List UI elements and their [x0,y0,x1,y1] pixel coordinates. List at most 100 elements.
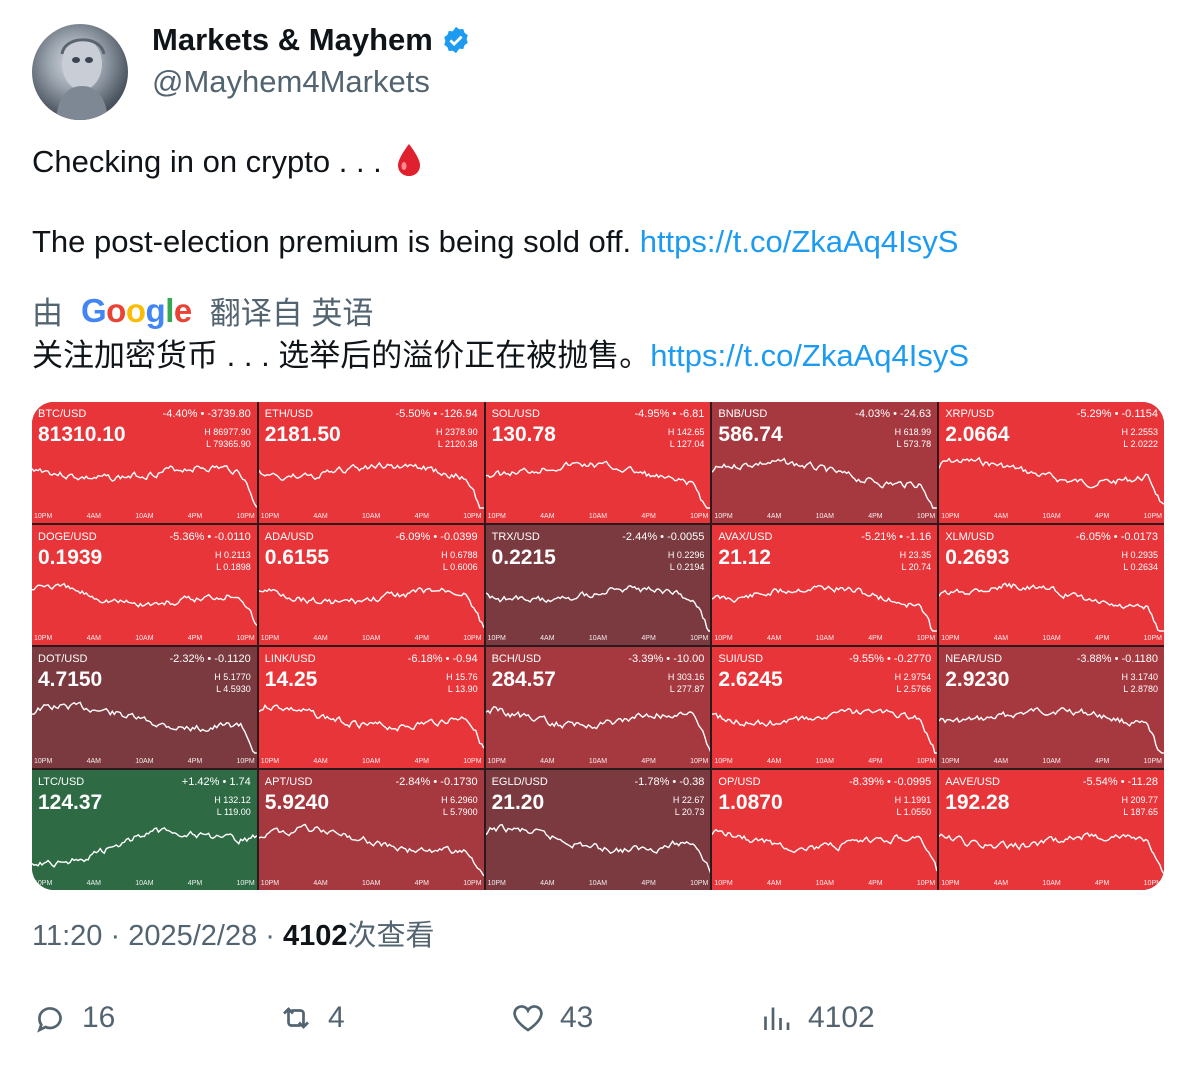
axis-label: 10PM [260,635,280,642]
axis-label: 10AM [1042,757,1061,765]
ticker-change: -9.55% • -0.2770 [849,653,932,665]
time-axis: 10PM 4AM 10AM 4PM 10PM [939,880,1164,887]
google-logo[interactable]: Google [81,292,192,330]
axis-label: 4PM [641,757,656,765]
sparkline [32,826,257,868]
axis-label: 10PM [487,512,506,520]
ticker-high: H 5.1770 [214,672,251,682]
sparkline-path [258,823,484,876]
axis-label: 10AM [588,512,608,520]
sparkline-path [258,586,484,628]
ticker-pair: LINK/USD [264,653,316,665]
tweet-date[interactable]: 2025/2/28 [128,920,257,952]
axis-label: 10PM [941,757,960,765]
ticker-change: +1.42% • 1.74 [181,775,251,788]
axis-label: 10PM [34,512,53,520]
views-button[interactable]: 4102 [758,1000,875,1036]
blood-drop-icon [398,144,421,176]
tweet-time[interactable]: 11:20 [32,920,102,952]
like-button[interactable]: 43 [510,1000,593,1036]
ticker-change: -6.05% • -0.0173 [1075,530,1158,543]
axis-label: 10PM [34,757,53,765]
axis-label: 4AM [86,880,101,887]
ticker-tile: EGLD/USD -1.78% • -0.38 21.20 H 22.67 L 20.7… [485,769,711,890]
axis-label: 4PM [187,880,203,887]
ticker-change: -4.03% • -24.63 [855,408,932,420]
axis-label: 4AM [86,512,101,520]
sparkline-path [712,457,938,509]
axis-label: 10PM [463,880,482,887]
ticker-tile: ETH/USD -5.50% • -126.94 2181.50 H 2378.90 L… [258,402,484,523]
ticker-pair: BNB/USD [718,408,768,420]
time-axis: 10PM 4AM 10AM 4PM 10PM [486,513,711,520]
axis-label: 10PM [34,880,53,887]
sparkline-path [485,584,711,632]
sparkline-path [32,464,257,508]
ticker-pair: AAVE/USD [945,775,1000,788]
sparkline [939,456,1164,505]
avatar[interactable] [32,24,128,120]
tweet-line-2: The post-election premium is being sold … [32,224,959,259]
sparkline-path [712,707,938,754]
ticker-change: -5.21% • -1.16 [861,530,932,543]
retweet-icon [283,1007,309,1029]
axis-label: 4PM [641,512,656,520]
ticker-high: H 86977.90 [204,427,251,437]
axis-label: 4AM [540,880,555,887]
sparkline-path [258,704,484,749]
axis-label: 10AM [1042,880,1061,887]
ticker-high: H 142.65 [667,427,705,437]
ticker-high: H 0.6788 [441,549,478,560]
sparkline [258,704,484,749]
translated-link[interactable]: https://t.co/ZkaAq4IsyS [650,338,969,373]
crypto-heatmap-image[interactable]: BTC/USD -4.40% • -3739.80 81310.10 H 86977.… [32,402,1164,890]
axis-label: 4PM [1094,512,1110,520]
action-bar: 16 4 43 4102 [32,1000,1164,1040]
author-handle[interactable]: @Mayhem4Markets [152,64,430,100]
axis-label: 4PM [641,635,656,642]
time-axis: 10PM 4AM 10AM 4PM 10PM [486,635,711,642]
axis-label: 10PM [941,880,960,887]
axis-label: 10PM [487,635,506,642]
axis-label: 10PM [1143,880,1162,887]
axis-label: 4PM [414,635,429,642]
axis-label: 4AM [313,635,328,642]
sparkline-path [485,705,711,753]
ticker-pair: XRP/USD [945,408,995,420]
axis-label: 4PM [1094,880,1110,887]
tweet-link[interactable]: https://t.co/ZkaAq4IsyS [640,224,959,259]
author-name[interactable]: Markets & Mayhem [152,22,433,58]
ticker-change: -5.54% • -11.28 [1082,775,1158,788]
ticker-high: H 1.1991 [894,794,932,805]
ticker-change: -1.78% • -0.38 [634,775,705,788]
ticker-tile: NEAR/USD -3.88% • -0.1180 2.9230 H 3.1740 L … [939,647,1164,768]
axis-label: 4AM [993,880,1009,887]
axis-label: 10PM [941,512,960,520]
axis-label: 4AM [766,635,782,642]
retweet-button[interactable]: 4 [278,1000,345,1036]
ticker-change: -2.84% • -0.1730 [395,775,478,788]
sparkline [258,461,484,509]
ticker-tile: AAVE/USD -5.54% • -11.28 192.28 H 209.77 L 1… [939,769,1164,890]
ticker-tile: AVAX/USD -5.21% • -1.16 21.12 H 23.35 L 20.7… [712,524,938,645]
axis-label: 10PM [236,512,255,520]
axis-label: 4PM [187,635,203,642]
sparkline-path [258,461,484,509]
translated-from-label[interactable]: 翻译自 英语 [210,288,374,333]
axis-label: 4PM [414,512,429,520]
axis-label: 4PM [1094,635,1110,642]
axis-label: 10PM [487,880,506,887]
axis-label: 10AM [135,512,154,520]
sparkline [939,831,1164,874]
reply-button[interactable]: 16 [32,1000,115,1036]
time-axis: 10PM 4AM 10AM 4PM 10PM [712,758,937,765]
axis-label: 10PM [714,757,733,765]
ticker-high: H 0.2113 [214,549,251,560]
axis-label: 10PM [690,757,709,765]
sparkline-path [939,582,1164,632]
sparkline [712,457,938,509]
ticker-pair: SOL/USD [491,408,540,420]
axis-label: 10PM [714,635,733,642]
axis-label: 10AM [362,635,381,642]
axis-label: 10AM [1042,635,1061,642]
